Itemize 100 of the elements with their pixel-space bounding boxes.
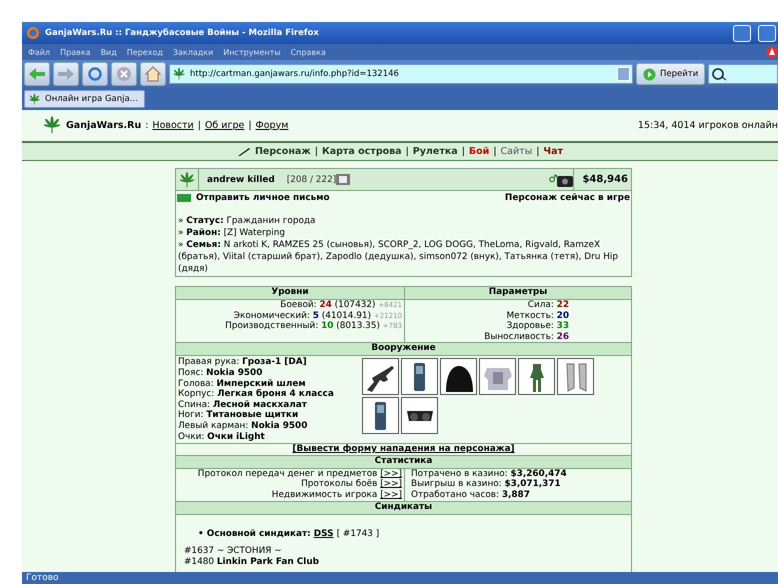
- minimize-button[interactable]: [733, 24, 751, 42]
- goggles-icon: [406, 410, 432, 421]
- leaf-icon: [42, 115, 62, 135]
- log-link[interactable]: [>>]: [380, 468, 402, 479]
- leaf-icon: [28, 92, 41, 106]
- online-count: 15:34, 4014 игроков онлайн: [638, 120, 778, 130]
- online-status: Персонаж сейчас в игре: [504, 193, 630, 203]
- parameter-text: Меткость: 20: [506, 310, 569, 321]
- parameter-text: Здоровье: 33: [506, 321, 569, 332]
- browser-logo-icon: [26, 26, 40, 40]
- money-amount: $48,946: [573, 169, 631, 190]
- search-engine-icon: [712, 67, 728, 81]
- separator-text: |: [198, 120, 201, 130]
- restore-button[interactable]: [758, 24, 776, 42]
- site-name: GanjaWars.Ru: [66, 120, 142, 130]
- equipment-text: Пояс: Nokia 9500: [178, 368, 264, 379]
- alert-icon: [766, 46, 778, 58]
- nav-link[interactable]: Рулетка: [412, 146, 458, 157]
- log-link[interactable]: [>>]: [380, 479, 402, 490]
- home-button[interactable]: [140, 62, 166, 86]
- go-button[interactable]: Перейти: [636, 63, 706, 85]
- menu-item[interactable]: Инструменты: [221, 48, 289, 56]
- stat-text: Отработано часов: 3,887: [411, 490, 531, 500]
- phone-icon: [375, 402, 386, 430]
- back-arrow-icon: [28, 67, 46, 81]
- equipment-text: Ноги: Титановые щитки: [178, 410, 300, 421]
- info-text: » Район: [Z] Waterping: [178, 227, 286, 239]
- browser-tab[interactable]: Онлайн игра Ganja...: [24, 90, 145, 108]
- reload-button[interactable]: [82, 62, 108, 86]
- separator-text: |: [493, 146, 497, 157]
- badge-icon: [336, 174, 350, 185]
- nav-link[interactable]: Форум: [256, 120, 288, 130]
- item-slot[interactable]: [401, 397, 438, 434]
- table-header: Параметры: [404, 286, 632, 300]
- nav-link[interactable]: Об игре: [204, 120, 244, 130]
- health-text: [208 / 222]: [286, 174, 336, 184]
- menu-item[interactable]: Переход: [124, 48, 171, 56]
- equipment-text: Корпус: Легкая броня 4 класса: [178, 389, 335, 400]
- info-text: » Семья: N arkoti K, RAMZES 25 (сыновья), SCORP_2, LOG DOGG, TheLoma, Rigvald, RamzeX (братья), Viital (старший брат), Zapodlo (дедушка), simson072 (внук), Татьянка (тетя), Dru Hip (дядя): [178, 239, 619, 275]
- player-name: andrew killed: [207, 174, 275, 184]
- send-message-link[interactable]: Отправить личное письмо: [196, 193, 330, 203]
- nav-link[interactable]: Персонаж: [254, 146, 311, 157]
- item-slot[interactable]: [401, 358, 438, 396]
- nav-link[interactable]: Чат: [543, 146, 564, 157]
- equipment-text: Левый карман: Nokia 9500: [178, 420, 308, 432]
- item-slot[interactable]: [479, 358, 516, 396]
- info-text: » Статус: Гражданин города: [178, 215, 316, 227]
- nav-link[interactable]: Новости: [152, 120, 194, 130]
- message-icon: [177, 194, 191, 202]
- item-slot[interactable]: [362, 397, 399, 434]
- log-label: Недвижимость игрока: [272, 490, 378, 500]
- table-header: Статистика: [176, 455, 632, 468]
- table-header: Синдикаты: [176, 501, 632, 514]
- syndicate-label: Основной синдикат:: [206, 528, 311, 538]
- bullet-text: •: [198, 528, 204, 538]
- forward-arrow-icon: [57, 67, 75, 81]
- separator-text: |: [248, 120, 252, 130]
- item-slot[interactable]: [440, 358, 477, 396]
- phone-icon: [414, 362, 425, 391]
- leaf-icon: [172, 67, 186, 81]
- leaf-icon: [178, 170, 196, 188]
- stat-text: Выигрыш в казино: $3,071,371: [411, 479, 562, 490]
- item-slot[interactable]: [557, 358, 594, 396]
- log-label: Протокол передач денег и предметов: [198, 468, 378, 479]
- menu-item[interactable]: Файл: [26, 48, 58, 56]
- parameter-text: Сила: 22: [528, 300, 569, 310]
- item-slot[interactable]: [362, 358, 399, 396]
- status-text: Готово: [26, 573, 59, 583]
- separator-text: |: [462, 146, 465, 157]
- stop-icon: [116, 66, 132, 82]
- level-text: Экономический: 5 (41014.91): [234, 310, 372, 321]
- equipment-text: Правая рука: Гроза-1 [DA]: [178, 357, 308, 368]
- home-icon: [145, 66, 161, 82]
- address-bar[interactable]: http://cartman.ganjawars.ru/info.php?id=132146: [169, 64, 633, 84]
- syndicate-text: #1637 ~ ЭСТОНИЯ ~: [184, 546, 283, 557]
- separator-text: |: [406, 146, 409, 157]
- nav-link[interactable]: Бой: [468, 146, 490, 157]
- equipment-text: Спина: Лесной маскхалат: [178, 400, 308, 410]
- menu-item[interactable]: Вид: [98, 48, 125, 56]
- syndicate-link[interactable]: DSS: [314, 528, 334, 538]
- play-icon: [643, 68, 656, 80]
- level-text: Производственный: 10 (8013.35): [225, 321, 380, 332]
- window-title: GanjaWars.Ru :: Ганджубасовые Войны - Mozilla Firefox: [45, 28, 320, 38]
- separator-text: |: [314, 146, 318, 157]
- log-link[interactable]: [>>]: [380, 490, 402, 500]
- nav-link[interactable]: Сайты: [500, 146, 532, 157]
- item-slot[interactable]: [518, 358, 555, 396]
- syndicate-id: [ #1743 ]: [336, 528, 380, 538]
- stop-button[interactable]: [111, 62, 137, 86]
- level-text: Боевой: 24 (107432): [280, 300, 376, 310]
- male-sign-icon: ♂: [548, 174, 558, 185]
- nav-link[interactable]: Карта острова: [322, 146, 402, 157]
- menu-item[interactable]: Закладки: [170, 48, 222, 56]
- address-field[interactable]: http://cartman.ganjawars.ru/info.php?id=132146: [190, 69, 613, 79]
- menu-item[interactable]: Правка: [58, 48, 99, 56]
- menu-item[interactable]: Справка: [288, 48, 334, 56]
- equipment-text: Очки: Очки iLight: [178, 432, 266, 442]
- table-header: Уровни: [176, 286, 404, 300]
- search-field[interactable]: [708, 64, 778, 84]
- syndicate-text: #1480 Linkin Park Fan Club: [184, 557, 320, 568]
